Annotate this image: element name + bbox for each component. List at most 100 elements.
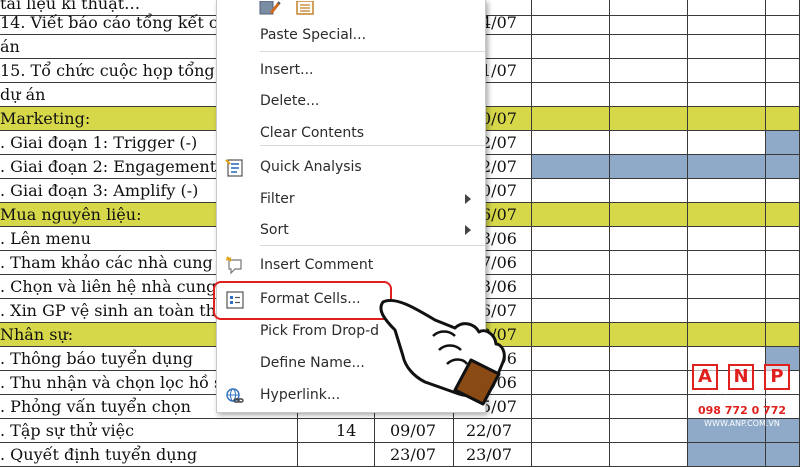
- gantt-cell[interactable]: [766, 107, 800, 131]
- paste-text-icon[interactable]: [295, 0, 317, 15]
- gantt-cell[interactable]: [610, 419, 688, 443]
- gantt-cell[interactable]: [610, 35, 688, 59]
- gantt-cell[interactable]: [532, 227, 610, 251]
- gantt-cell[interactable]: [688, 443, 766, 467]
- gantt-cell[interactable]: [688, 11, 766, 35]
- gantt-cell[interactable]: [532, 395, 610, 419]
- gantt-cell[interactable]: [688, 179, 766, 203]
- gantt-cell[interactable]: [532, 323, 610, 347]
- gantt-cell[interactable]: [610, 179, 688, 203]
- gantt-cell[interactable]: [610, 83, 688, 107]
- value-cell: 1/07: [481, 61, 517, 80]
- gantt-cell[interactable]: [610, 275, 688, 299]
- menu-item-sort[interactable]: Sort: [217, 217, 485, 245]
- menu-item-label: Sort: [260, 222, 289, 238]
- gantt-cell[interactable]: [766, 131, 800, 155]
- menu-item-delete[interactable]: Delete...: [217, 88, 485, 116]
- gantt-cell[interactable]: [610, 443, 688, 467]
- menu-item-insert-comment[interactable]: Insert Comment: [217, 252, 485, 280]
- gantt-cell[interactable]: [688, 251, 766, 275]
- gantt-cell[interactable]: [610, 251, 688, 275]
- menu-item-label: Insert...: [260, 62, 314, 78]
- gantt-cell[interactable]: [532, 203, 610, 227]
- gantt-cell[interactable]: [688, 323, 766, 347]
- menu-item-filter[interactable]: Filter: [217, 186, 485, 214]
- gantt-cell[interactable]: [610, 107, 688, 131]
- gantt-cell[interactable]: [610, 131, 688, 155]
- gantt-cell[interactable]: [688, 59, 766, 83]
- menu-item-insert[interactable]: Insert...: [217, 57, 485, 85]
- gantt-cell[interactable]: [688, 83, 766, 107]
- menu-item-paste-special[interactable]: Paste Special...: [217, 22, 485, 50]
- gantt-cell[interactable]: [532, 131, 610, 155]
- quick-analysis-icon: [225, 158, 245, 178]
- gantt-cell[interactable]: [766, 59, 800, 83]
- gantt-cell[interactable]: [532, 179, 610, 203]
- value-cell: 22/07: [466, 421, 513, 440]
- gantt-cell[interactable]: [766, 323, 800, 347]
- gantt-cell[interactable]: [532, 83, 610, 107]
- gantt-cell[interactable]: [766, 11, 800, 35]
- gantt-cell[interactable]: [688, 227, 766, 251]
- gantt-cell[interactable]: [532, 11, 610, 35]
- gantt-cell[interactable]: [610, 155, 688, 179]
- gantt-cell[interactable]: [766, 251, 800, 275]
- gantt-cell[interactable]: [766, 227, 800, 251]
- logo-website: WWW.ANP.COM.VN: [704, 419, 780, 428]
- menu-separator: [260, 245, 485, 246]
- menu-item-label: Quick Analysis: [260, 159, 362, 175]
- paste-options-row: [259, 0, 339, 16]
- gantt-cell[interactable]: [766, 443, 800, 467]
- gantt-cell[interactable]: [532, 347, 610, 371]
- gantt-cell[interactable]: [610, 323, 688, 347]
- menu-separator: [260, 145, 485, 146]
- anp-logo: A N P MÁY TÍNH · CAMERA 098 772 0 772 WW…: [692, 364, 792, 434]
- gantt-cell[interactable]: [610, 203, 688, 227]
- gantt-cell[interactable]: [532, 155, 610, 179]
- gantt-cell[interactable]: [766, 155, 800, 179]
- value-cell: 14: [336, 421, 357, 440]
- gantt-cell[interactable]: [610, 227, 688, 251]
- gantt-cell[interactable]: [610, 59, 688, 83]
- gantt-cell[interactable]: [532, 443, 610, 467]
- gantt-cell[interactable]: [532, 59, 610, 83]
- cell-border: [0, 443, 298, 467]
- gantt-cell[interactable]: [532, 35, 610, 59]
- gantt-cell[interactable]: [610, 395, 688, 419]
- menu-item-quick-analysis[interactable]: Quick Analysis: [217, 154, 485, 182]
- gantt-cell[interactable]: [688, 203, 766, 227]
- value-cell: 23/07: [390, 445, 437, 464]
- gantt-cell[interactable]: [532, 299, 610, 323]
- gantt-cell[interactable]: [532, 107, 610, 131]
- menu-item-label: Pick From Drop-d: [260, 323, 380, 339]
- value-cell: 09/07: [390, 421, 437, 440]
- gantt-cell[interactable]: [688, 131, 766, 155]
- gantt-cell[interactable]: [298, 443, 375, 467]
- table-row[interactable]: . Tập sự thử việc 14 09/07 22/07: [0, 419, 800, 443]
- paste-format-icon[interactable]: [259, 0, 281, 15]
- gantt-cell[interactable]: [688, 275, 766, 299]
- gantt-cell[interactable]: [532, 275, 610, 299]
- gantt-cell[interactable]: [610, 347, 688, 371]
- gantt-cell[interactable]: [688, 155, 766, 179]
- gantt-cell[interactable]: [766, 179, 800, 203]
- gantt-cell[interactable]: [532, 251, 610, 275]
- gantt-cell[interactable]: [766, 299, 800, 323]
- value-cell: 4/07: [481, 13, 517, 32]
- gantt-cell[interactable]: [766, 203, 800, 227]
- gantt-cell[interactable]: [610, 299, 688, 323]
- gantt-cell[interactable]: [532, 419, 610, 443]
- menu-item-clear-contents[interactable]: Clear Contents: [217, 120, 485, 148]
- table-row[interactable]: . Quyết định tuyển dụng 23/07 23/07: [0, 443, 800, 467]
- gantt-cell[interactable]: [610, 371, 688, 395]
- gantt-cell[interactable]: [688, 35, 766, 59]
- gantt-cell[interactable]: [766, 275, 800, 299]
- gantt-cell[interactable]: [766, 83, 800, 107]
- gantt-cell[interactable]: [532, 371, 610, 395]
- gantt-cell[interactable]: [688, 107, 766, 131]
- gantt-cell[interactable]: [688, 299, 766, 323]
- value-cell: 6/07: [481, 205, 517, 224]
- gantt-cell[interactable]: [610, 11, 688, 35]
- format-cells-highlight: [213, 281, 392, 320]
- gantt-cell[interactable]: [766, 35, 800, 59]
